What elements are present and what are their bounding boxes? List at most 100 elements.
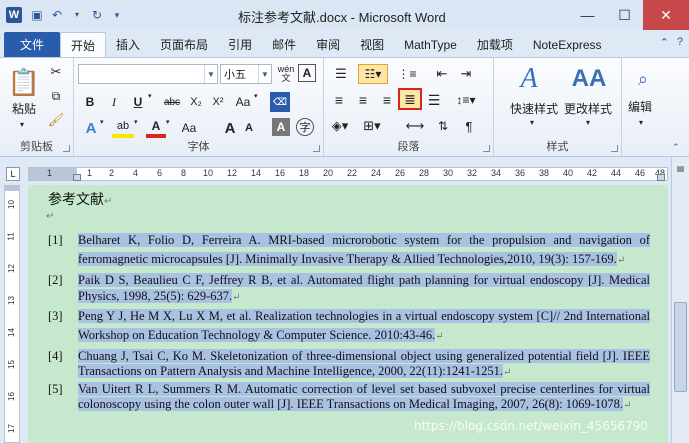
multilevel-list-icon[interactable]: ⋮≡ xyxy=(394,64,420,84)
quick-styles-icon[interactable]: A xyxy=(514,62,544,96)
char-border-icon[interactable]: A xyxy=(298,64,316,82)
tab-references[interactable]: 引用 xyxy=(218,32,262,57)
grow-font-button[interactable]: A xyxy=(220,118,240,138)
tab-file[interactable]: 文件 xyxy=(4,32,61,57)
italic-button[interactable]: I xyxy=(104,92,124,112)
text-effects-dropdown-icon[interactable]: ▾ xyxy=(100,118,104,126)
tab-review[interactable]: 审阅 xyxy=(306,32,350,57)
horizontal-ruler[interactable]: 1 1 2 4 6 8 10 12 14 16 18 20 22 24 26 2… xyxy=(28,167,668,181)
decrease-indent-icon[interactable]: ⇤ xyxy=(432,64,452,84)
left-indent-marker[interactable] xyxy=(73,174,81,181)
font-size-combo[interactable]: 小五 ▼ xyxy=(220,64,272,84)
paragraph-launcher-icon[interactable] xyxy=(483,145,490,152)
change-case-button[interactable]: Aa xyxy=(232,92,254,112)
highlight-icon[interactable]: ab xyxy=(112,118,134,138)
phonetic-guide-icon[interactable]: wén 文 xyxy=(276,64,296,84)
borders-icon[interactable]: ⊞▾ xyxy=(358,116,386,136)
vertical-scrollbar[interactable]: ▤ xyxy=(671,157,689,443)
styles-launcher-icon[interactable] xyxy=(611,145,618,152)
text-effects-icon[interactable]: A xyxy=(80,118,102,138)
bullets-icon[interactable]: ☰ xyxy=(330,64,352,84)
paste-icon[interactable]: 📋 xyxy=(8,64,40,100)
tab-addins[interactable]: 加载项 xyxy=(467,32,523,57)
binoculars-icon[interactable]: ⌕ xyxy=(630,64,656,94)
vertical-ruler[interactable]: 10 11 12 13 14 15 16 17 xyxy=(4,185,20,443)
help-icon[interactable]: ? xyxy=(677,36,683,49)
font-name-dropdown-icon[interactable]: ▼ xyxy=(204,65,217,83)
reference-item[interactable]: [3] Peng Y J, He M X, Lu X M, et al. Rea… xyxy=(48,307,650,346)
font-size-dropdown-icon[interactable]: ▼ xyxy=(258,65,271,83)
ruler-toggle-icon[interactable]: ▤ xyxy=(674,162,687,175)
editing-label[interactable]: 编辑 xyxy=(628,98,652,115)
tab-selector-icon[interactable]: L xyxy=(6,167,20,181)
distributed-button[interactable]: ☰ xyxy=(424,90,444,110)
show-hide-marks-icon[interactable]: ¶ xyxy=(458,116,480,136)
increase-indent-icon[interactable]: ⇥ xyxy=(456,64,476,84)
change-styles-dropdown-icon[interactable]: ▾ xyxy=(586,118,590,127)
aa-icon[interactable]: Aa xyxy=(178,118,200,138)
font-color-icon[interactable]: A xyxy=(146,118,166,138)
tab-home[interactable]: 开始 xyxy=(60,32,107,57)
editing-dropdown-icon[interactable]: ▾ xyxy=(639,118,643,127)
shrink-font-button[interactable]: A xyxy=(240,118,258,138)
tab-insert[interactable]: 插入 xyxy=(106,32,150,57)
bold-button[interactable]: B xyxy=(80,92,100,112)
reference-item[interactable]: [5] Van Uitert R L, Summers R M. Automat… xyxy=(48,382,650,413)
minimize-button[interactable]: — xyxy=(569,0,606,30)
line-spacing-icon[interactable]: ↕≡▾ xyxy=(452,90,480,110)
superscript-button[interactable]: X² xyxy=(208,92,228,112)
right-indent-marker[interactable] xyxy=(657,174,665,181)
collapse-ribbon-icon[interactable]: ⌃ xyxy=(660,36,669,49)
clipboard-launcher-icon[interactable] xyxy=(63,145,70,152)
sort-icon[interactable]: ⇅ xyxy=(432,116,454,136)
tab-page-layout[interactable]: 页面布局 xyxy=(150,32,218,57)
font-name-combo[interactable]: ▼ xyxy=(78,64,218,84)
align-left-button[interactable]: ≡ xyxy=(328,90,350,110)
paste-label[interactable]: 粘贴 xyxy=(12,100,36,117)
reference-item[interactable]: [2] Paik D S, Beaulieu C F, Jeffrey R B,… xyxy=(48,272,650,306)
scrollbar-thumb[interactable] xyxy=(674,302,687,392)
quick-styles-dropdown-icon[interactable]: ▾ xyxy=(530,118,534,127)
format-painter-icon[interactable]: 🖌 xyxy=(48,112,65,128)
numbering-icon[interactable]: ☷▾ xyxy=(358,64,388,84)
customize-qat-icon[interactable]: ▾ xyxy=(110,8,124,22)
align-center-button[interactable]: ≡ xyxy=(352,90,374,110)
close-button[interactable]: ✕ xyxy=(643,0,689,30)
font-launcher-icon[interactable] xyxy=(313,145,320,152)
shading-icon[interactable]: ◈▾ xyxy=(328,116,352,136)
change-styles-icon[interactable]: AA xyxy=(572,62,607,96)
undo-dropdown-icon[interactable]: ▾ xyxy=(70,8,84,22)
clear-formatting-icon[interactable]: ⌫ xyxy=(270,92,290,112)
align-right-button[interactable]: ≡ xyxy=(376,90,398,110)
cut-icon[interactable]: ✂ xyxy=(48,64,64,80)
tab-view[interactable]: 视图 xyxy=(350,32,394,57)
undo-icon[interactable]: ↶ xyxy=(50,8,64,22)
references-heading[interactable]: 参考文献↵ xyxy=(48,189,112,209)
asian-layout-icon[interactable]: ⟷ xyxy=(404,116,426,136)
justify-button[interactable]: ≣ xyxy=(398,88,422,110)
tab-mailings[interactable]: 邮件 xyxy=(262,32,306,57)
tab-noteexpress[interactable]: NoteExpress xyxy=(523,32,612,57)
maximize-button[interactable]: ☐ xyxy=(606,0,643,30)
subscript-button[interactable]: X₂ xyxy=(186,92,206,112)
collapse-ribbon-arrow-icon[interactable]: ⌃ xyxy=(672,142,680,153)
document-page[interactable]: 参考文献↵ ↵ [1] Belharet K, Folio D, Ferreir… xyxy=(28,185,668,443)
underline-dropdown-icon[interactable]: ▾ xyxy=(148,92,152,100)
strikethrough-button[interactable]: abc xyxy=(160,92,184,112)
copy-icon[interactable]: ⧉ xyxy=(48,88,64,104)
tab-mathtype[interactable]: MathType xyxy=(394,32,467,57)
change-case-dropdown-icon[interactable]: ▾ xyxy=(254,92,258,100)
quick-styles-label[interactable]: 快速样式 xyxy=(510,100,558,117)
word-app-icon[interactable]: W xyxy=(6,7,22,23)
reference-item[interactable]: [4] Chuang J, Tsai C, Ko M. Skeletonizat… xyxy=(48,349,650,380)
char-shading-icon[interactable]: A xyxy=(272,118,290,136)
font-color-dropdown-icon[interactable]: ▾ xyxy=(166,118,170,126)
highlight-dropdown-icon[interactable]: ▾ xyxy=(134,118,138,126)
enclose-characters-icon[interactable]: 字 xyxy=(296,118,314,136)
reference-item[interactable]: [1] Belharet K, Folio D, Ferreira A. MRI… xyxy=(48,231,650,270)
paste-dropdown-icon[interactable]: ▾ xyxy=(20,120,24,129)
save-icon[interactable]: ▣ xyxy=(30,8,44,22)
change-styles-label[interactable]: 更改样式 xyxy=(564,100,612,117)
redo-icon[interactable]: ↻ xyxy=(90,8,104,22)
underline-button[interactable]: U xyxy=(128,92,148,112)
